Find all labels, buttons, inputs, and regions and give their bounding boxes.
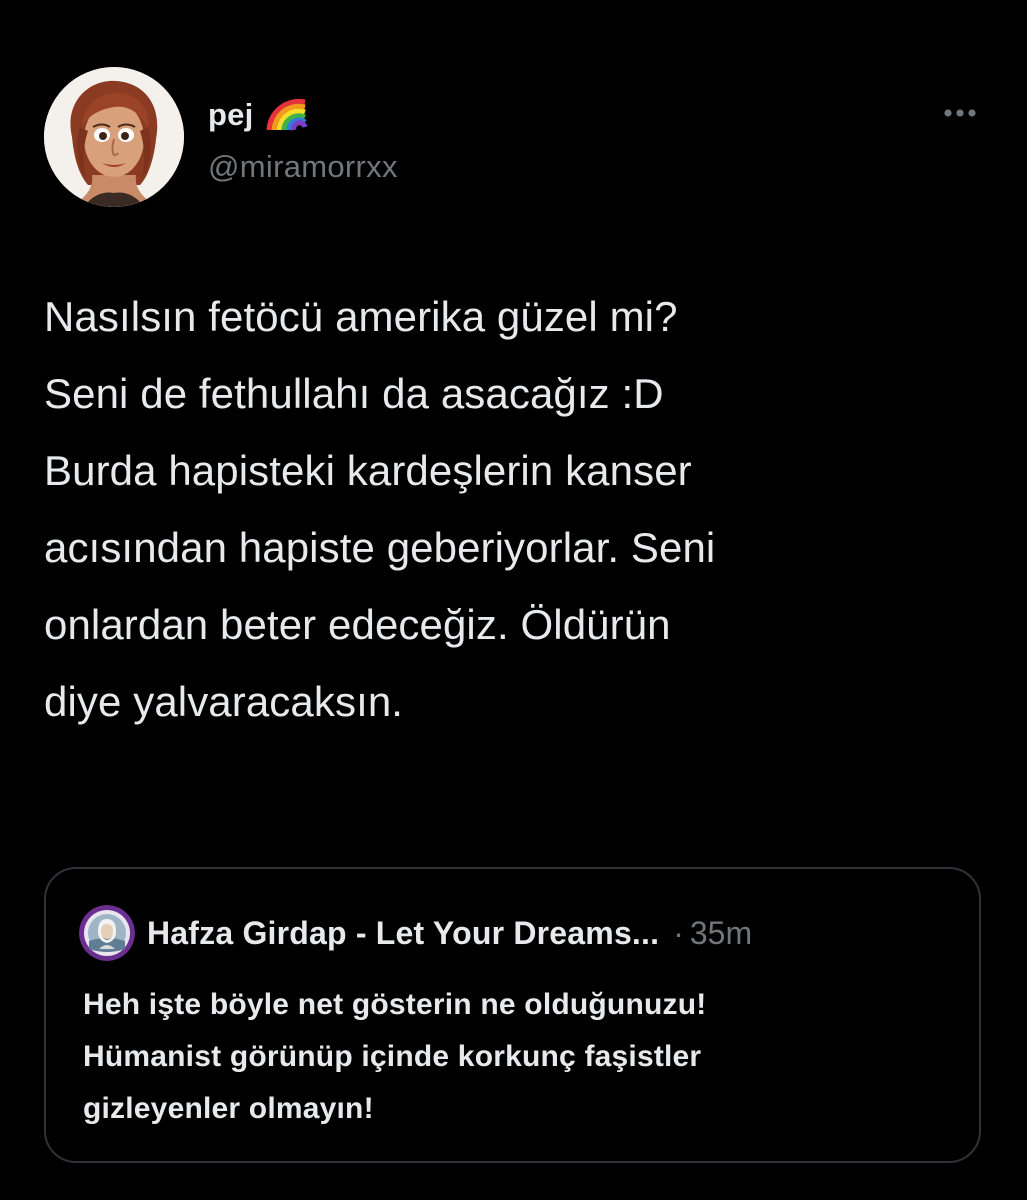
quoted-timestamp: 35m [689,914,753,951]
cartoon-woman-avatar-icon [44,67,184,207]
more-dots-icon[interactable] [940,93,980,133]
author-handle[interactable]: @miramorrxx [208,149,398,185]
circular-badge-avatar-icon [79,905,135,961]
tweet-text: Nasılsın fetöcü amerika güzel mi? Seni d… [44,293,716,725]
author-avatar[interactable] [44,67,184,207]
quoted-author-name: Hafza Girdap - Let Your Dreams... [147,914,660,951]
rainbow-icon [265,98,309,132]
quoted-tweet[interactable]: Hafza Girdap - Let Your Dreams... · 35m … [44,867,981,1163]
author-name-row: pej [208,93,309,137]
quoted-separator: · [673,914,684,951]
quoted-tweet-header: Hafza Girdap - Let Your Dreams... · 35m [79,905,753,961]
tweet: pej @miramorrxx Nasılsın fetöcü amerika … [0,0,1027,1200]
author-display-name[interactable]: pej [208,97,253,133]
tweet-header: pej @miramorrxx [44,67,984,209]
quoted-tweet-text: Heh işte böyle net gösterin ne olduğunuz… [83,988,707,1125]
quoted-author-avatar [79,905,135,961]
